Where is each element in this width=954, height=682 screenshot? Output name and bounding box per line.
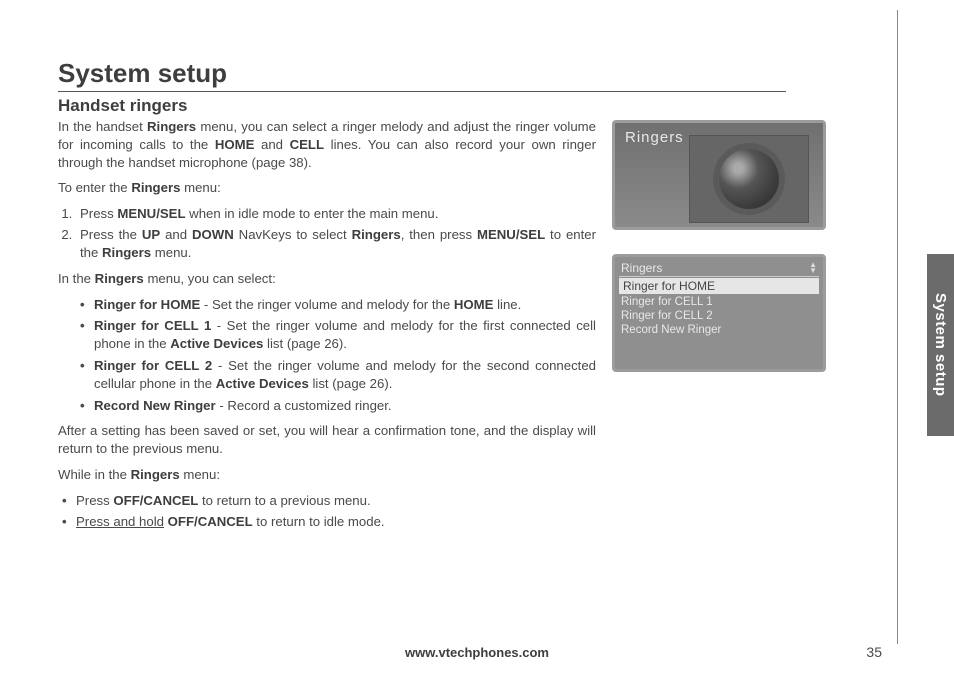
step-2: Press the UP and DOWN NavKeys to select … — [76, 226, 596, 262]
speaker-icon — [689, 135, 809, 223]
step-1: Press MENU/SEL when in idle mode to ente… — [76, 205, 596, 223]
screen1-title: Ringers — [625, 129, 684, 146]
page-title: System setup — [58, 58, 884, 89]
side-tab: System setup — [927, 254, 954, 436]
inmenu-lead: In the Ringers menu, you can select: — [58, 270, 596, 288]
vertical-divider — [897, 10, 898, 644]
body-text: In the handset Ringers menu, you can sel… — [58, 118, 596, 538]
list-item: Press OFF/CANCEL to return to a previous… — [62, 492, 596, 510]
while-lead: While in the Ringers menu: — [58, 466, 596, 484]
screen2-header-label: Ringers — [621, 261, 662, 275]
page-number: 35 — [866, 644, 882, 660]
enter-lead: To enter the Ringers menu: — [58, 179, 596, 197]
side-tab-label: System setup — [932, 293, 949, 397]
figure-column: Ringers Ringers ▲▼ Ringer for HOME Ringe… — [612, 118, 836, 538]
inmenu-list: Ringer for HOME - Set the ringer volume … — [80, 296, 596, 415]
menu-item: Record New Ringer — [615, 323, 823, 337]
handset-screen-graphic: Ringers — [612, 120, 826, 230]
title-rule — [58, 91, 786, 92]
list-item: Press and hold OFF/CANCEL to return to i… — [62, 513, 596, 531]
menu-item-selected: Ringer for HOME — [619, 278, 819, 294]
list-item: Record New Ringer - Record a customized … — [80, 397, 596, 415]
enter-steps: Press MENU/SEL when in idle mode to ente… — [76, 205, 596, 261]
menu-item: Ringer for CELL 2 — [615, 309, 823, 323]
handset-screen-menu: Ringers ▲▼ Ringer for HOME Ringer for CE… — [612, 254, 826, 372]
screen2-divider — [619, 276, 819, 277]
updown-icon: ▲▼ — [809, 262, 817, 274]
while-list: Press OFF/CANCEL to return to a previous… — [62, 492, 596, 531]
intro-paragraph: In the handset Ringers menu, you can sel… — [58, 118, 596, 171]
after-paragraph: After a setting has been saved or set, y… — [58, 422, 596, 458]
section-subtitle: Handset ringers — [58, 96, 884, 116]
footer-url: www.vtechphones.com — [0, 645, 954, 660]
list-item: Ringer for CELL 1 - Set the ringer volum… — [80, 317, 596, 353]
menu-item: Ringer for CELL 1 — [615, 295, 823, 309]
screen2-header: Ringers ▲▼ — [615, 257, 823, 276]
list-item: Ringer for HOME - Set the ringer volume … — [80, 296, 596, 314]
list-item: Ringer for CELL 2 - Set the ringer volum… — [80, 357, 596, 393]
